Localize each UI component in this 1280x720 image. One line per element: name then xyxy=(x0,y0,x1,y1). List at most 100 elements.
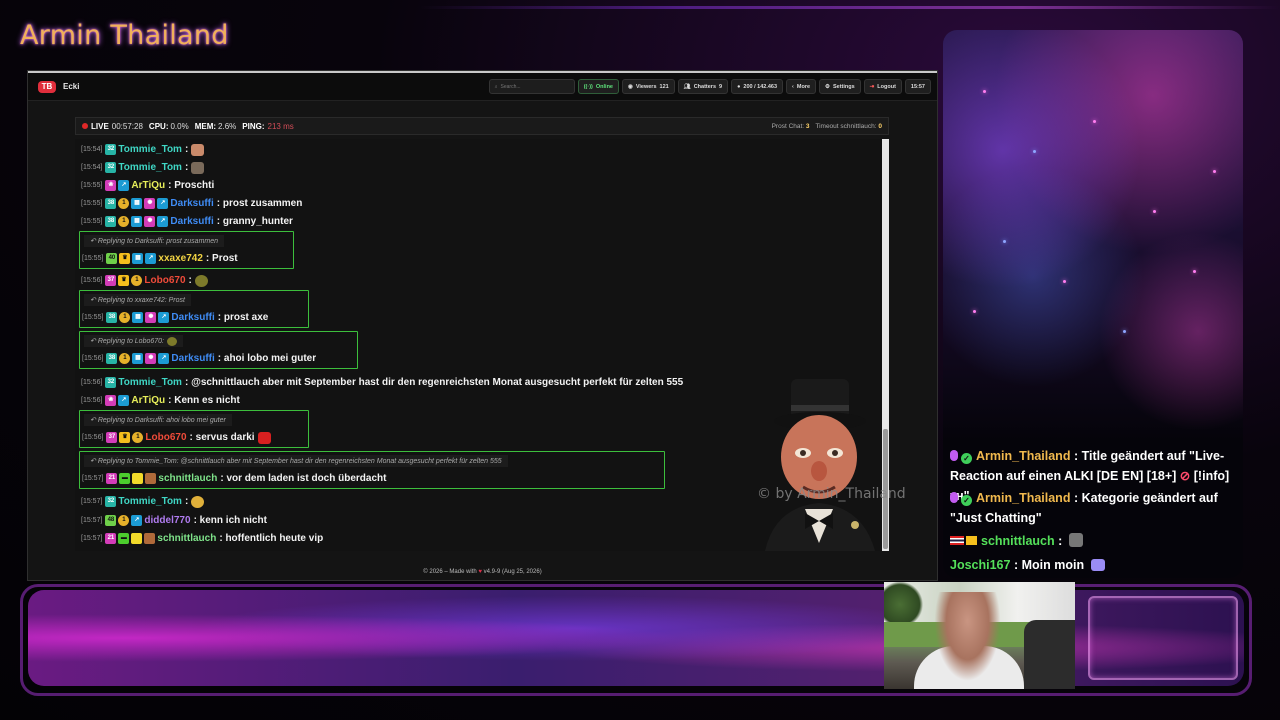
sparkle xyxy=(983,90,986,93)
username[interactable]: schnittlauch xyxy=(158,473,217,484)
sparkle xyxy=(1213,170,1216,173)
timestamp: [15:55] xyxy=(81,200,103,207)
chatters-count: 9 xyxy=(719,83,723,90)
live-label: LIVE xyxy=(91,121,109,131)
settings-button[interactable]: ⚙ Settings xyxy=(819,79,861,94)
logout-label: Logout xyxy=(877,83,896,90)
grid-badge: ▦ xyxy=(131,216,143,227)
message-text: prost axe xyxy=(223,312,269,323)
username[interactable]: Darksuffi xyxy=(170,216,213,227)
flower-badge: ✺ xyxy=(145,353,157,364)
grid-badge: ▦ xyxy=(132,253,144,264)
message-text: hoffentlich heute vip xyxy=(225,533,324,544)
username[interactable]: schnittlauch xyxy=(157,533,216,544)
chat-message: [15:55] 38 1 ▦ ✺ ↗ Darksuffi: prost axe xyxy=(82,312,269,323)
search-input[interactable]: ⌕ Search... xyxy=(488,79,575,94)
more-label: More xyxy=(796,83,811,90)
timeout-user: schnittlauch: xyxy=(840,122,877,130)
timestamp: [15:54] xyxy=(81,164,103,171)
footer: © 2026 – Made with ♥ v4.9-9 (Aug 25, 202… xyxy=(28,569,937,575)
viewers-label: Viewers xyxy=(635,83,657,90)
username[interactable]: Lobo670 xyxy=(144,275,185,286)
side-chat-username[interactable]: Armin_Thailand xyxy=(976,449,1070,463)
avatar-badge xyxy=(144,533,156,544)
username[interactable]: xxaxe742 xyxy=(158,253,203,264)
username[interactable]: ArTiQu xyxy=(131,395,165,406)
chat-dashboard-window: TB Ecki ⌕ Search... ((·)) Online ◉ Viewe… xyxy=(27,70,938,581)
reply-block: ↶ Replying to Tommie_Tom: @schnittlauch … xyxy=(79,451,665,489)
username[interactable]: Darksuffi xyxy=(171,353,214,364)
gift-badge: ▬ xyxy=(119,473,131,484)
sparkle xyxy=(973,310,976,313)
top-glow-line xyxy=(420,6,1280,9)
coin-badge: 1 xyxy=(118,216,130,227)
side-chat-message: Joschi167 : Moin moin xyxy=(950,555,1240,575)
side-chat-username[interactable]: Joschi167 xyxy=(950,558,1010,572)
username[interactable]: ArTiQu xyxy=(131,180,165,191)
timestamp: [15:57] xyxy=(81,535,103,542)
subscriber-badge: 48 xyxy=(105,515,117,526)
vip-badge xyxy=(131,533,143,544)
chatters-button[interactable]: 👥︎ Chatters 9 xyxy=(677,79,729,94)
app-logo[interactable]: TB xyxy=(38,80,56,93)
reply-text: Replying to xxaxe742: Prost xyxy=(97,296,185,304)
sparkle xyxy=(1063,280,1066,283)
message-text: Kenn es nicht xyxy=(174,395,240,406)
subscriber-badge: 40 xyxy=(106,253,118,264)
timestamp: [15:56] xyxy=(81,397,103,404)
messages-button[interactable]: ● 200 / 142.463 xyxy=(731,79,784,94)
subscriber-badge: 21 xyxy=(105,533,117,544)
pickaxe-badge: ↗ xyxy=(131,515,143,526)
side-chat-username[interactable]: schnittlauch xyxy=(981,534,1055,548)
reply-text: Replying to Darksuffi: ahoi lobo mei gut… xyxy=(97,416,226,424)
reply-context: ↶ Replying to Lobo670: xyxy=(84,335,183,347)
reply-icon: ↶ xyxy=(90,417,98,424)
side-chat-username[interactable]: Armin_Thailand xyxy=(976,491,1070,505)
subscriber-badge: 37 xyxy=(106,432,118,443)
timeout-value: 0 xyxy=(878,122,882,130)
online-button[interactable]: ((·)) Online xyxy=(577,79,619,94)
reply-block: ↶ Replying to xxaxe742: Prost [15:55] 38… xyxy=(79,290,309,328)
top-navbar: TB Ecki ⌕ Search... ((·)) Online ◉ Viewe… xyxy=(28,73,937,101)
chat-message: [15:57] 21 ▬ schnittlauch: vor dem laden… xyxy=(82,473,387,484)
username[interactable]: Lobo670 xyxy=(145,432,186,443)
subscriber-badge: 32 xyxy=(105,144,117,155)
username[interactable]: Tommie_Tom xyxy=(118,377,182,388)
viewers-button[interactable]: ◉ Viewers 121 xyxy=(622,79,675,94)
username[interactable]: Tommie_Tom xyxy=(118,162,182,173)
alert-frame xyxy=(1088,596,1238,680)
more-button[interactable]: ‹ More xyxy=(786,79,817,94)
coin-badge: 1 xyxy=(118,198,130,209)
search-icon: ⌕ xyxy=(494,83,498,90)
crown-icon xyxy=(966,536,977,545)
username[interactable]: Darksuffi xyxy=(171,312,214,323)
username[interactable]: Darksuffi xyxy=(170,198,213,209)
chat-message: [15:57] 21 ▬ schnittlauch: hoffentlich h… xyxy=(81,533,324,544)
subscriber-badge: 21 xyxy=(106,473,118,484)
username[interactable]: diddel770 xyxy=(144,515,190,526)
chat-counters: Prost Chat: 3 Timeout schnittlauch: 0 xyxy=(772,123,882,130)
reply-block: ↶ Replying to Darksuffi: ahoi lobo mei g… xyxy=(79,410,309,448)
message-text: @schnittlauch aber mit September hast di… xyxy=(191,377,684,388)
subscriber-badge: 32 xyxy=(105,496,117,507)
chat-message: [15:56] 37 ♛ 1 Lobo670: servus darki xyxy=(82,430,271,445)
signal-icon: ((·)) xyxy=(583,83,593,90)
username[interactable]: Tommie_Tom xyxy=(118,496,182,507)
coin-badge: 1 xyxy=(132,432,144,443)
sparkle xyxy=(1003,240,1006,243)
subscriber-badge: 38 xyxy=(106,353,118,364)
webcam-feed xyxy=(884,582,1075,689)
logout-button[interactable]: ⇥ Logout xyxy=(863,79,902,94)
subscriber-badge: 38 xyxy=(105,216,117,227)
prost-chat-value: 3 xyxy=(805,122,810,130)
chat-message: [15:54] 32 Tommie_Tom: xyxy=(81,142,205,157)
timestamp: [15:55] xyxy=(82,314,104,321)
coin-badge: 1 xyxy=(119,353,131,364)
flower-badge: ✺ xyxy=(145,312,157,323)
crown-badge: ♛ xyxy=(119,253,131,264)
grid-badge: ▦ xyxy=(131,198,143,209)
pickaxe-badge: ↗ xyxy=(158,312,170,323)
reply-icon: ↶ xyxy=(90,297,98,304)
username[interactable]: Tommie_Tom xyxy=(118,144,182,155)
reply-text: Replying to Lobo670: xyxy=(97,337,164,345)
